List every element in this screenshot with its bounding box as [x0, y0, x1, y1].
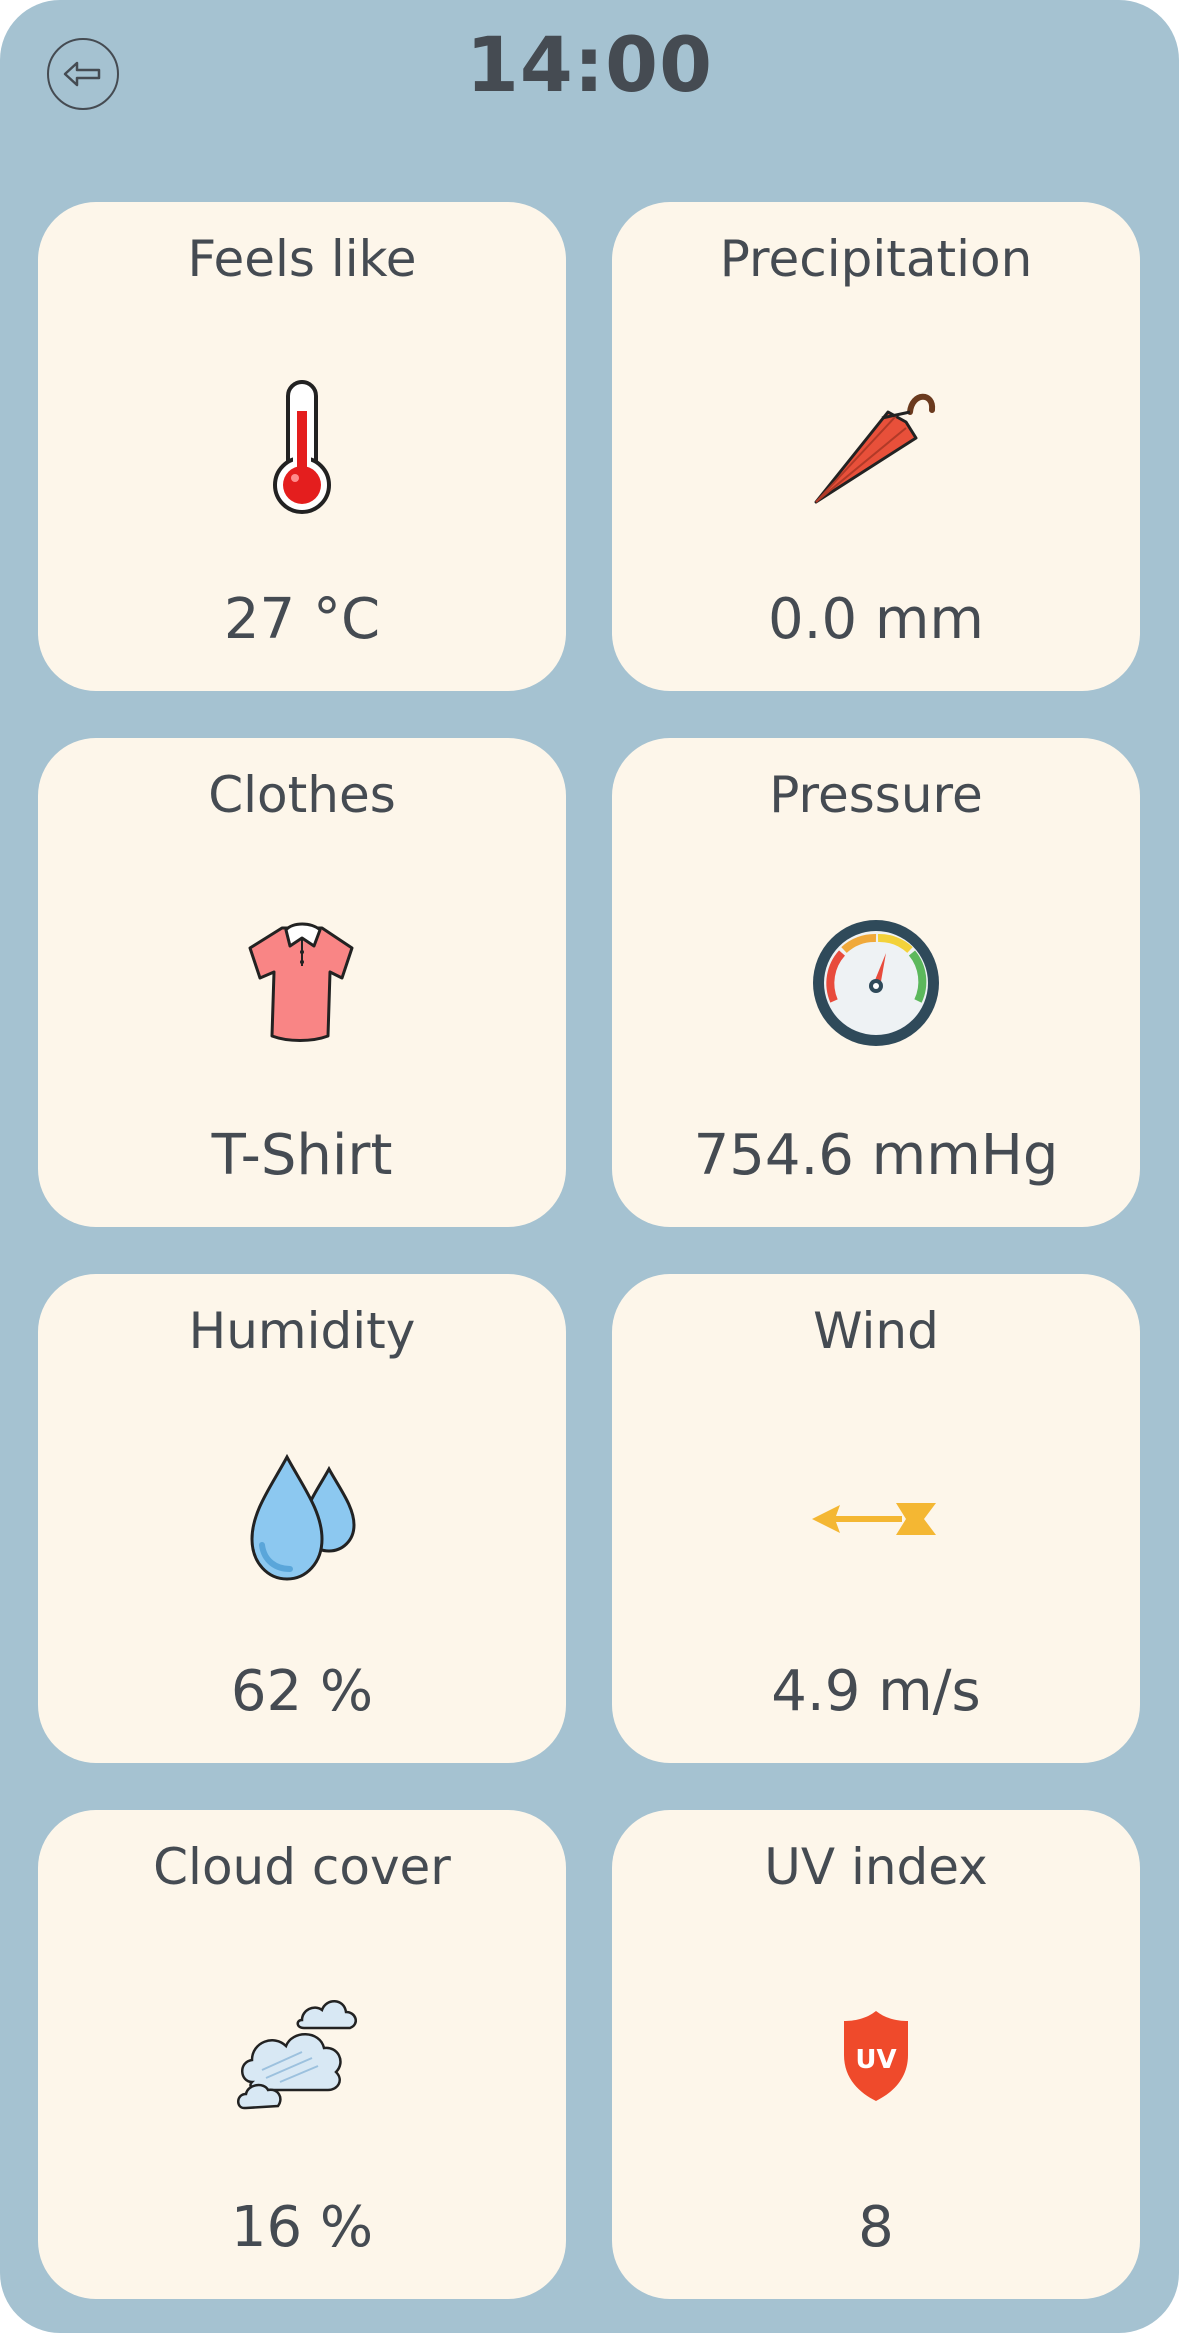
card-precipitation[interactable]: Precipitation 0.0 mm [612, 202, 1140, 691]
card-value: 62 % [230, 1659, 374, 1724]
card-wind[interactable]: Wind 4.9 m/s [612, 1274, 1140, 1763]
wind-arrow-icon [612, 1434, 1140, 1604]
card-value: 8 [858, 2195, 894, 2260]
card-feels-like[interactable]: Feels like 27 °C [38, 202, 566, 691]
card-label: UV index [764, 1838, 988, 1896]
card-clothes[interactable]: Clothes T-Shirt [38, 738, 566, 1227]
card-label: Feels like [187, 230, 417, 288]
uv-icon-text: UV [855, 2045, 896, 2075]
uv-shield-icon: UV [612, 1970, 1140, 2140]
card-label: Cloud cover [153, 1838, 451, 1896]
current-time: 14:00 [466, 20, 713, 109]
barometer-icon [612, 898, 1140, 1068]
card-pressure[interactable]: Pressure 754.6 mmHg [612, 738, 1140, 1227]
card-value: 27 °C [223, 587, 381, 652]
umbrella-icon [612, 362, 1140, 532]
card-label: Pressure [769, 766, 983, 824]
water-drops-icon [38, 1434, 566, 1604]
card-value: 0.0 mm [768, 587, 984, 652]
card-label: Clothes [208, 766, 396, 824]
thermometer-icon [38, 362, 566, 532]
clouds-icon [38, 1970, 566, 2140]
card-humidity[interactable]: Humidity 62 % [38, 1274, 566, 1763]
card-label: Humidity [188, 1302, 416, 1360]
card-uv-index[interactable]: UV index UV 8 [612, 1810, 1140, 2299]
card-value: 754.6 mmHg [693, 1123, 1059, 1188]
card-label: Wind [813, 1302, 939, 1360]
card-value: 4.9 m/s [771, 1659, 981, 1724]
weather-details-screen: 14:00 Feels like 27 °C Precipitation 0.0… [0, 0, 1179, 2333]
tshirt-icon [38, 898, 566, 1068]
card-value: T-Shirt [211, 1123, 393, 1188]
card-value: 16 % [230, 2195, 374, 2260]
card-label: Precipitation [719, 230, 1033, 288]
card-cloud-cover[interactable]: Cloud cover 16 % [38, 1810, 566, 2299]
